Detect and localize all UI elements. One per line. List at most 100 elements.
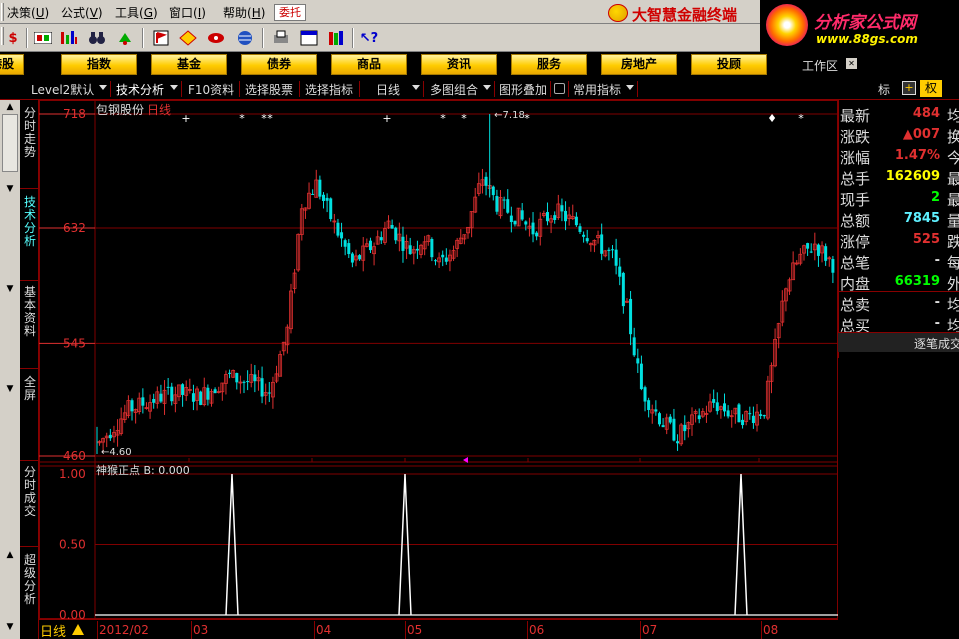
nav-commodity[interactable]: 商品 bbox=[331, 54, 407, 75]
lock-icon[interactable] bbox=[554, 83, 565, 94]
quote-row: 涨幅 1.47% 今 bbox=[839, 145, 959, 167]
nav-advisor[interactable]: 投顾 bbox=[691, 54, 767, 75]
indicator-tick-label: 0.00 bbox=[59, 608, 86, 619]
side-tab-trades[interactable]: 分时成交 bbox=[22, 466, 38, 518]
menu-decision[interactable]: 决策(U) bbox=[7, 4, 49, 21]
entrust-button[interactable]: 委托 bbox=[274, 4, 306, 21]
window-icon[interactable] bbox=[298, 27, 320, 49]
side-tab-intraday[interactable]: 分时走势 bbox=[22, 107, 38, 159]
indicator-label: 神猴正点 B: 0.000 bbox=[96, 464, 190, 477]
dollar-icon[interactable]: $ bbox=[2, 27, 24, 49]
eye-icon[interactable] bbox=[205, 27, 227, 49]
quote-label: 最新 bbox=[840, 107, 871, 125]
candle-down bbox=[683, 424, 687, 432]
candle-down bbox=[585, 238, 589, 242]
chevron-down-icon[interactable] bbox=[99, 85, 107, 90]
candle-down bbox=[578, 226, 582, 232]
nav-fund[interactable]: 基金 bbox=[151, 54, 227, 75]
print-icon[interactable] bbox=[270, 27, 292, 49]
candle-down bbox=[643, 387, 647, 402]
menu-formula[interactable]: 公式(V) bbox=[61, 4, 103, 21]
indicator-tick-label: 0.50 bbox=[59, 538, 86, 552]
side-tab-super-analysis[interactable]: 超级分析 bbox=[22, 554, 38, 606]
app-window: 决策(U) 公式(V) 工具(G) 窗口(I) 帮助(H) 委托 大智慧金融终端… bbox=[0, 0, 959, 639]
candle-down bbox=[600, 234, 604, 254]
workspace-close-icon[interactable]: ✕ bbox=[846, 58, 857, 69]
scroll-down-icon[interactable]: ▲ bbox=[3, 550, 17, 560]
quote-label: 总额 bbox=[840, 212, 871, 230]
date-tick bbox=[97, 621, 98, 639]
tab-select-stock[interactable]: 选择股票 bbox=[245, 81, 293, 98]
vertical-scrollbar[interactable]: ▲ ▼ ▼ ▼ ▲ ▼ bbox=[0, 100, 20, 639]
date-tick bbox=[527, 621, 528, 639]
tab-select-indicator[interactable]: 选择指标 bbox=[305, 81, 353, 98]
date-tick bbox=[314, 621, 315, 639]
nav-real-estate[interactable]: 房地产 bbox=[601, 54, 677, 75]
candle-down bbox=[560, 205, 564, 212]
candle-down bbox=[336, 222, 340, 236]
tab-multi-chart[interactable]: 多图组合 bbox=[430, 81, 478, 98]
chevron-down-icon[interactable] bbox=[412, 85, 420, 90]
scroll-down-icon[interactable]: ▼ bbox=[3, 284, 17, 294]
help-pointer-icon[interactable]: ↖? bbox=[358, 27, 380, 49]
quote-extra-label: 均 bbox=[947, 296, 959, 314]
tab-common-indicators[interactable]: 常用指标 bbox=[573, 81, 621, 98]
quote-row: 最新 484 均 bbox=[839, 103, 959, 125]
nav-bar: 港股 指数 基金 债券 商品 资讯 服务 房地产 投顾 工作区 ✕ bbox=[0, 52, 959, 78]
triangle-up-icon[interactable] bbox=[72, 624, 84, 635]
side-tab-fullscreen[interactable]: 全屏 bbox=[22, 376, 38, 402]
globe-icon[interactable] bbox=[234, 27, 256, 49]
tab-technical-analysis[interactable]: 技术分析 bbox=[116, 81, 164, 98]
menu-help[interactable]: 帮助(H) bbox=[223, 4, 265, 21]
nav-bond[interactable]: 债券 bbox=[241, 54, 317, 75]
candle-down bbox=[824, 246, 828, 261]
scroll-up-icon[interactable]: ▲ bbox=[3, 102, 17, 112]
side-tab-technical[interactable]: 技术分析 bbox=[22, 196, 38, 248]
workspace-label[interactable]: 工作区 bbox=[802, 57, 838, 74]
quote-row: 总额 7845 量 bbox=[839, 208, 959, 230]
tab-daily[interactable]: 日线 bbox=[376, 81, 400, 98]
nav-index[interactable]: 指数 bbox=[61, 54, 137, 75]
menu-tools[interactable]: 工具(G) bbox=[115, 4, 158, 21]
menubar-grip[interactable] bbox=[1, 3, 4, 21]
scroll-down-icon[interactable]: ▼ bbox=[3, 622, 17, 632]
nav-hk-stocks[interactable]: 港股 bbox=[0, 54, 24, 75]
nav-service[interactable]: 服务 bbox=[511, 54, 587, 75]
side-tab-fundamentals[interactable]: 基本资料 bbox=[22, 286, 38, 338]
video-icon[interactable] bbox=[32, 27, 54, 49]
binoculars-icon[interactable] bbox=[86, 27, 108, 49]
chevron-down-icon[interactable] bbox=[170, 85, 178, 90]
candle-down bbox=[350, 253, 354, 263]
date-label: 06 bbox=[529, 623, 545, 637]
menu-window[interactable]: 窗口(I) bbox=[169, 4, 206, 21]
date-label: 08 bbox=[763, 623, 779, 637]
mark-button[interactable]: 标 bbox=[878, 81, 890, 98]
nav-news[interactable]: 资讯 bbox=[421, 54, 497, 75]
period-tab-daily[interactable]: 日线 bbox=[40, 621, 66, 639]
multi-chart-icon[interactable] bbox=[58, 27, 80, 49]
scroll-down-icon[interactable]: ▼ bbox=[3, 384, 17, 394]
candle-down bbox=[509, 215, 513, 223]
candle-down bbox=[614, 249, 618, 266]
plus-icon[interactable]: + bbox=[902, 81, 916, 95]
candle-down bbox=[347, 243, 351, 255]
flag-icon[interactable] bbox=[150, 27, 172, 49]
tab-f10[interactable]: F10资料 bbox=[188, 81, 234, 98]
price-chart[interactable]: 718 632 545 460 1.00 0.50 0.00 ←7.18 ←4.60 + * * * + *… bbox=[39, 100, 838, 619]
scroll-thumb[interactable] bbox=[2, 114, 18, 172]
diamond-icon[interactable] bbox=[177, 27, 199, 49]
candle-down bbox=[647, 400, 651, 410]
tick-trades-header[interactable]: 逐笔成交 bbox=[838, 332, 959, 352]
tab-overlay[interactable]: 图形叠加 bbox=[499, 81, 547, 98]
quote-row: 涨停 525 跌 bbox=[839, 229, 959, 251]
rights-button[interactable]: 权 bbox=[920, 80, 942, 97]
chevron-down-icon[interactable] bbox=[483, 85, 491, 90]
quote-value: 484 bbox=[912, 106, 940, 121]
tab-level2-default[interactable]: Level2默认 bbox=[31, 81, 94, 98]
books-icon[interactable] bbox=[326, 27, 348, 49]
candle-down bbox=[267, 392, 271, 394]
scroll-down-icon[interactable]: ▼ bbox=[3, 184, 17, 194]
alarm-icon[interactable] bbox=[114, 27, 136, 49]
chevron-down-icon[interactable] bbox=[626, 85, 634, 90]
candle-down bbox=[213, 389, 217, 394]
